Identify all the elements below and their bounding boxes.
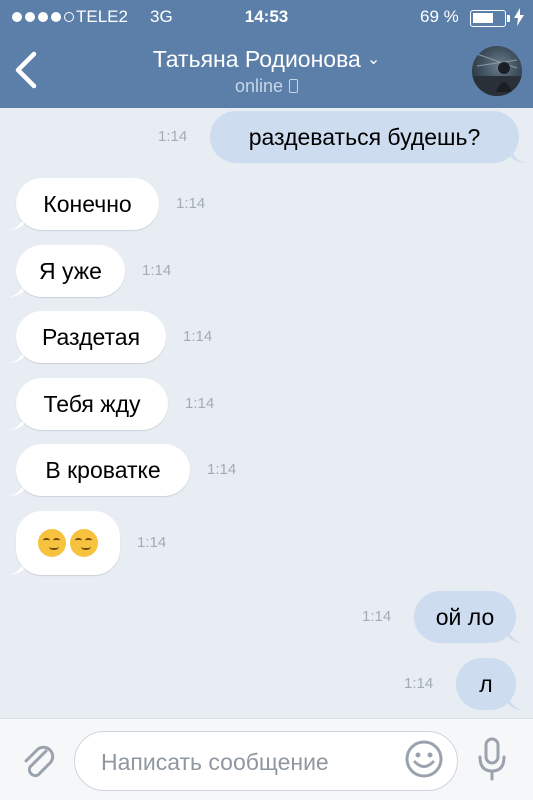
message-time: 1:14 [404,675,434,692]
message-time: 1:14 [142,262,172,279]
message-text: ой ло [435,603,495,630]
message-time: 1:14 [207,461,237,478]
message-bubble[interactable]: Раздетая [16,311,166,363]
avatar[interactable] [472,46,522,96]
smirk-emoji-icon [38,529,66,557]
smirk-emoji-icon [70,529,98,557]
message-time: 1:14 [176,195,206,212]
battery-icon [470,10,506,27]
message-time: 1:14 [183,328,213,345]
message-time: 1:14 [137,534,167,551]
message-bubble[interactable]: раздеваться будешь? [210,111,519,163]
message-text: раздеваться будешь? [248,123,481,150]
message-text: 😏😏 [16,511,120,575]
message-bubble[interactable]: Я уже [16,245,125,297]
message-input[interactable]: Написать сообщение [74,731,458,791]
message-bubble[interactable]: л [456,658,516,710]
phone-icon [289,79,299,93]
message-bubble[interactable]: ой ло [414,591,516,643]
message-text: Конечно [43,190,132,217]
message-time: 1:14 [362,608,392,625]
battery-percent: 69 % [420,7,459,26]
message-time: 1:14 [185,395,215,412]
message-bubble[interactable]: В кроватке [16,444,190,496]
charging-icon [514,8,524,26]
paperclip-icon[interactable] [18,739,58,783]
chat-header: TELE2 3G 14:53 69 % Татьяна Родионова ⌄ o… [0,0,533,108]
chevron-down-icon[interactable]: ⌄ [367,51,380,68]
message-bubble[interactable]: Тебя жду [16,378,168,430]
contact-status: online [0,76,533,97]
message-bubble[interactable]: Конечно [16,178,159,230]
message-text: л [479,670,493,697]
message-bubble[interactable]: 😏😏 [16,511,120,575]
composer-bar: Написать сообщение [0,718,533,800]
message-time: 1:14 [158,128,188,145]
message-text: В кроватке [45,456,161,483]
smile-icon[interactable] [404,739,444,779]
message-text: Я уже [39,257,102,284]
microphone-icon[interactable] [472,735,512,783]
message-text: Тебя жду [43,390,141,417]
contact-name[interactable]: Татьяна Родионова ⌄ [0,46,533,73]
message-text: Раздетая [41,323,141,350]
status-bar: TELE2 3G 14:53 69 % [0,0,533,36]
battery-tip [507,15,510,22]
message-placeholder: Написать сообщение [101,749,329,775]
